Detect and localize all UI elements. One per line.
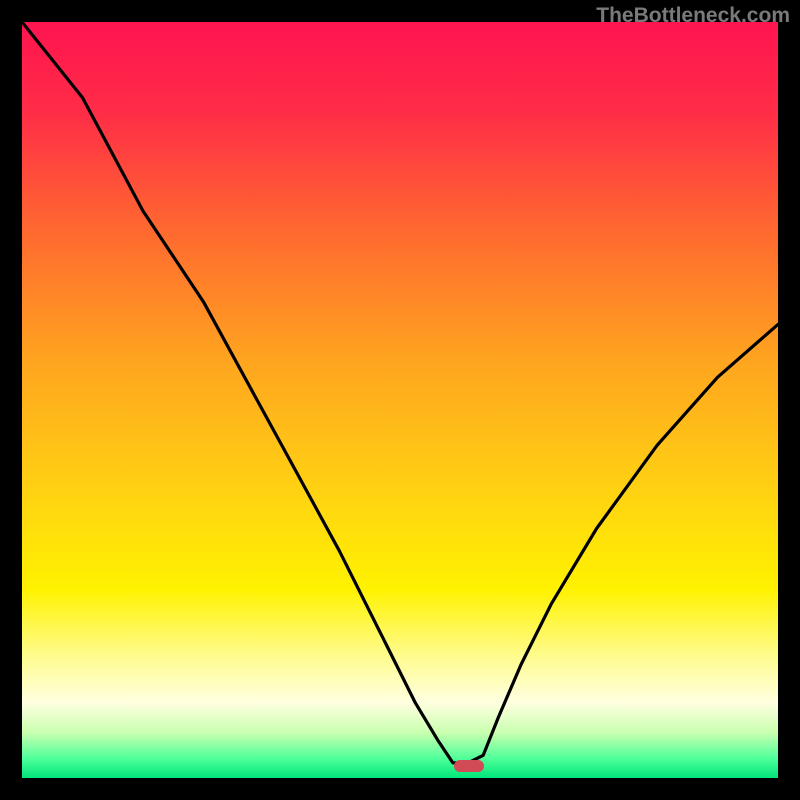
plot-area <box>22 22 778 778</box>
chart-container: TheBottleneck.com <box>0 0 800 800</box>
gradient-background <box>22 22 778 778</box>
